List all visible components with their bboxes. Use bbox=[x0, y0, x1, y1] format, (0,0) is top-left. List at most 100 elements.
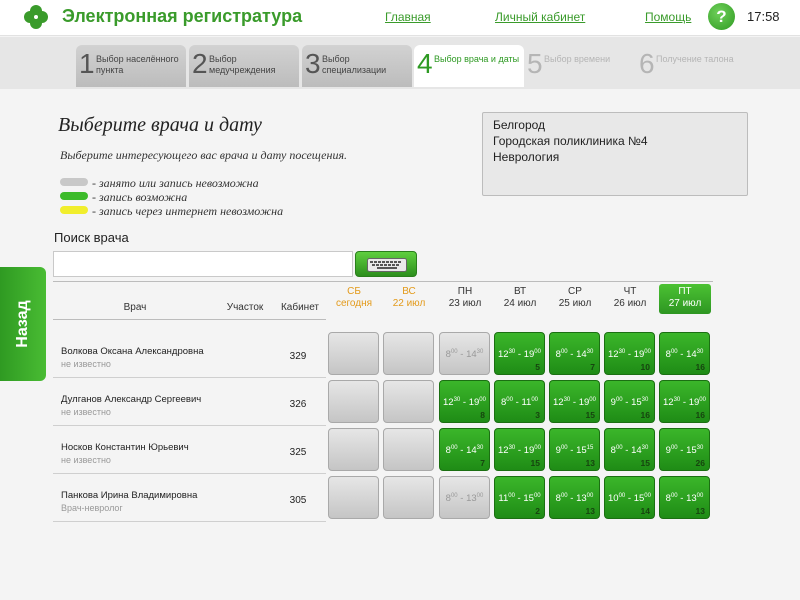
schedule-cell bbox=[383, 332, 434, 375]
day-header-6[interactable]: ЧТ 26 июл bbox=[604, 286, 656, 310]
day-header-1[interactable]: СБ сегодня bbox=[328, 286, 380, 310]
schedule-cell[interactable]: 800 - 1300 13 bbox=[659, 476, 710, 519]
time-range: 900 - 1530 bbox=[605, 397, 654, 408]
time-separator: - bbox=[680, 397, 689, 409]
start-minutes: 00 bbox=[450, 349, 458, 355]
start-minutes: 00 bbox=[560, 349, 568, 355]
end-minutes: 00 bbox=[644, 493, 651, 499]
legend-text: - запись через интернет невозможна bbox=[92, 204, 284, 218]
end-hour: 15 bbox=[523, 493, 534, 505]
time-range: 1230 - 1900 bbox=[550, 397, 599, 408]
time-separator: - bbox=[460, 397, 469, 409]
time-range: 800 - 1430 bbox=[605, 445, 654, 456]
free-slots-count: 16 bbox=[640, 410, 650, 420]
end-minutes: 30 bbox=[476, 445, 484, 451]
schedule-cell[interactable]: 800 - 1430 7 bbox=[549, 332, 600, 375]
start-minutes: 00 bbox=[670, 445, 678, 451]
day-of-week: ЧТ bbox=[623, 286, 637, 297]
schedule-cell[interactable]: 1230 - 1900 10 bbox=[604, 332, 655, 375]
time-range: 800 - 1430 bbox=[440, 445, 489, 456]
table-row[interactable]: Дулганов Александр Сергеевич не известно 3… bbox=[53, 378, 326, 426]
help-icon[interactable]: ? bbox=[708, 3, 735, 30]
nav-home-link[interactable]: Главная bbox=[385, 10, 431, 24]
schedule-cell bbox=[383, 428, 434, 471]
free-slots-count: 15 bbox=[530, 458, 540, 468]
schedule-cell[interactable]: 900 - 1530 16 bbox=[604, 380, 655, 423]
schedule-cell[interactable]: 1230 - 1900 8 bbox=[439, 380, 490, 423]
start-hour: 11 bbox=[498, 493, 509, 505]
step-number: 1 bbox=[79, 48, 95, 79]
day-header-4[interactable]: ВТ 24 июл bbox=[494, 286, 546, 310]
time-range: 1230 - 1900 bbox=[440, 397, 489, 408]
end-minutes: 00 bbox=[699, 397, 706, 403]
free-slots-count: 14 bbox=[640, 506, 650, 516]
schedule-cell[interactable]: 800 - 1300 13 bbox=[549, 476, 600, 519]
day-header-2[interactable]: ВС 22 июл bbox=[383, 286, 435, 310]
start-hour: 12 bbox=[443, 397, 454, 409]
end-hour: 19 bbox=[523, 445, 535, 457]
day-of-week: ВТ bbox=[513, 286, 527, 297]
header: Электронная регистратура Главная Личный … bbox=[0, 0, 800, 36]
schedule-cell[interactable]: 900 - 1530 26 bbox=[659, 428, 710, 471]
info-city: Белгород bbox=[493, 118, 546, 132]
time-separator: - bbox=[622, 445, 632, 457]
step-number: 6 bbox=[639, 48, 655, 79]
nav-cabinet-link[interactable]: Личный кабинет bbox=[495, 10, 585, 24]
time-separator: - bbox=[457, 349, 467, 361]
schedule-cell[interactable]: 800 - 1430 15 bbox=[604, 428, 655, 471]
start-hour: 10 bbox=[608, 493, 619, 505]
schedule-cell[interactable]: 1230 - 1900 5 bbox=[494, 332, 545, 375]
time-range: 1230 - 1900 bbox=[660, 397, 709, 408]
schedule-cell[interactable]: 1230 - 1900 16 bbox=[659, 380, 710, 423]
end-minutes: 30 bbox=[586, 349, 594, 355]
day-header-5[interactable]: СР 25 июл bbox=[549, 286, 601, 310]
day-of-week: ПТ bbox=[678, 286, 692, 297]
schedule-cell[interactable]: 1230 - 1900 15 bbox=[549, 380, 600, 423]
legend-swatch-yellow bbox=[60, 206, 88, 214]
end-hour: 14 bbox=[466, 349, 477, 361]
schedule-cell[interactable]: 1230 - 1900 15 bbox=[494, 428, 545, 471]
legend-item-busy: - занято или запись невозможна bbox=[60, 176, 360, 190]
start-hour: 12 bbox=[553, 397, 564, 409]
time-range: 800 - 1300 bbox=[440, 493, 489, 504]
end-hour: 14 bbox=[686, 349, 697, 361]
day-date: 24 июл bbox=[503, 298, 537, 309]
time-range: 800 - 1300 bbox=[660, 493, 709, 504]
schedule-cell[interactable]: 800 - 1430 7 bbox=[439, 428, 490, 471]
time-separator: - bbox=[677, 445, 687, 457]
step-3[interactable]: 3 Выбор специализации bbox=[302, 45, 412, 87]
start-minutes: 00 bbox=[506, 397, 513, 403]
doctor-search-input[interactable] bbox=[53, 251, 353, 277]
end-hour: 19 bbox=[468, 397, 480, 409]
schedule-cell bbox=[328, 476, 379, 519]
back-button[interactable]: Назад bbox=[0, 267, 46, 381]
step-2[interactable]: 2 Выбор медучреждения bbox=[189, 45, 299, 87]
schedule-cell[interactable]: 800 - 1100 3 bbox=[494, 380, 545, 423]
keyboard-button[interactable] bbox=[355, 251, 417, 277]
end-hour: 15 bbox=[631, 397, 642, 409]
end-minutes: 30 bbox=[641, 445, 649, 451]
end-minutes: 00 bbox=[534, 349, 541, 355]
table-row[interactable]: Волкова Оксана Александровна не известно 3… bbox=[53, 330, 326, 378]
schedule-cell[interactable]: 800 - 1430 16 bbox=[659, 332, 710, 375]
nav-help-link[interactable]: Помощь bbox=[645, 10, 691, 24]
schedule-cell[interactable]: 900 - 1515 13 bbox=[549, 428, 600, 471]
table-row[interactable]: Носков Константин Юрьевич не известно 325 bbox=[53, 426, 326, 474]
time-range: 1000 - 1500 bbox=[605, 493, 654, 504]
time-separator: - bbox=[457, 493, 467, 505]
step-1[interactable]: 1 Выбор населённого пункта bbox=[76, 45, 186, 87]
step-number: 2 bbox=[192, 48, 208, 79]
legend-item-available: - запись возможна bbox=[60, 190, 360, 204]
schedule-cell[interactable]: 1100 - 1500 2 bbox=[494, 476, 545, 519]
schedule-cell[interactable]: 1000 - 1500 14 bbox=[604, 476, 655, 519]
step-label: Получение талона bbox=[656, 54, 734, 64]
end-hour: 13 bbox=[466, 493, 477, 505]
step-4: 4 Выбор врача и даты bbox=[414, 45, 524, 87]
time-range: 800 - 1430 bbox=[550, 349, 599, 360]
day-header-7[interactable]: ПТ 27 июл bbox=[659, 284, 711, 314]
table-row[interactable]: Панкова Ирина Владимировна Врач-невролог 3… bbox=[53, 474, 326, 522]
day-of-week: СБ bbox=[347, 286, 361, 297]
day-header-3[interactable]: ПН 23 июл bbox=[439, 286, 491, 310]
legend-item-no-internet: - запись через интернет невозможна bbox=[60, 204, 360, 218]
free-slots-count: 3 bbox=[535, 410, 540, 420]
